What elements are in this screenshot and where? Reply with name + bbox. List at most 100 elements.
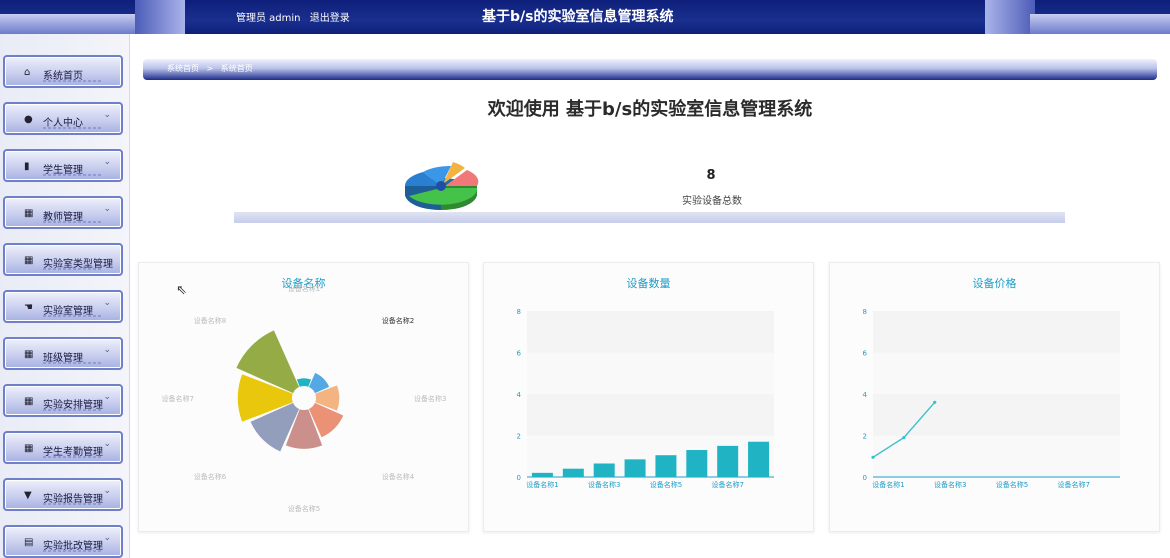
grid-icon: ▦ xyxy=(24,349,34,360)
chevron-down-icon: ⌄ xyxy=(103,157,111,167)
menu-decoration xyxy=(43,550,103,552)
grid-band xyxy=(873,435,1120,477)
x-tick-label: 设备名称5 xyxy=(996,480,1028,489)
menu-decoration xyxy=(43,80,103,82)
bar-chart-icon: ▮ xyxy=(24,161,30,172)
sidebar-item[interactable]: ▦ 实验室类型管理 xyxy=(3,243,123,276)
x-tick-label: 设备名称1 xyxy=(526,480,558,489)
hand-icon: ☚ xyxy=(24,302,33,313)
app-title: 基于b/s的实验室信息管理系统 xyxy=(482,9,674,25)
chevron-down-icon: ⌄ xyxy=(103,439,111,449)
bar xyxy=(593,463,615,477)
x-tick-label: 设备名称7 xyxy=(1057,480,1089,489)
admin-info: 管理员 admin 退出登录 xyxy=(236,9,356,24)
pie-label: 设备名称4 xyxy=(382,472,415,481)
header-decoration-right xyxy=(1030,14,1170,34)
grid-band xyxy=(873,394,1120,436)
bar xyxy=(717,445,739,477)
x-tick-label: 设备名称3 xyxy=(588,480,620,489)
menu-decoration xyxy=(43,315,103,317)
welcome-heading: 欢迎使用 基于b/s的实验室信息管理系统 xyxy=(487,99,813,120)
stat-underline xyxy=(234,212,1065,223)
chart-panel-device-count: 设备数量 0 2 4 6 8 设备名称1 设备名称3 设备名称5 设备名称7 xyxy=(483,262,814,532)
menu-decoration xyxy=(43,268,103,270)
menu-decoration xyxy=(43,362,103,364)
chevron-down-icon: ⌄ xyxy=(103,345,111,355)
header-decoration-left xyxy=(0,14,140,34)
breadcrumb: 系统首页 > 系统首页 xyxy=(143,59,1157,80)
sidebar-item[interactable]: ▤ 实验批改管理 ⌄ xyxy=(3,525,123,558)
y-tick-label: 6 xyxy=(863,350,868,358)
device-total-label: 实验设备总数 xyxy=(682,196,742,207)
y-tick-label: 6 xyxy=(517,350,522,358)
pie-label: 设备名称3 xyxy=(414,394,446,403)
line-point xyxy=(902,435,906,440)
breadcrumb-current: 系统首页 xyxy=(220,64,253,73)
chart-panel-device-name: 设备名称 设备名称1 设备名称2 设备名称3 设备名称4 设备名称5 设备名称6 设备名称7… xyxy=(138,262,469,532)
bar xyxy=(562,468,584,477)
sidebar-item[interactable]: ▮ 学生管理 ⌄ xyxy=(3,149,123,182)
line-point xyxy=(933,400,937,404)
grid-icon: ▦ xyxy=(24,396,34,407)
pie-label: 设备名称1 xyxy=(288,284,320,293)
breadcrumb-home[interactable]: 系统首页 xyxy=(167,64,199,73)
grid-band xyxy=(527,311,774,353)
calendar-icon: ▤ xyxy=(24,537,34,548)
logout-link[interactable]: 退出登录 xyxy=(310,13,350,24)
pie-chart-icon xyxy=(404,162,479,210)
grid-icon: ▦ xyxy=(24,208,34,219)
y-tick-label: 4 xyxy=(863,391,868,399)
header-decoration-right-wing xyxy=(985,0,1035,34)
chevron-down-icon: ⌄ xyxy=(103,204,111,214)
pie-slice xyxy=(296,378,312,387)
top-header: 管理员 admin 退出登录 基于b/s的实验室信息管理系统 xyxy=(0,0,1170,34)
breadcrumb-separator: > xyxy=(206,64,214,73)
bar xyxy=(624,459,646,477)
x-tick-label: 设备名称1 xyxy=(872,480,904,489)
sidebar-item[interactable]: ▼ 实验报告管理 ⌄ xyxy=(3,478,123,511)
y-tick-label: 0 xyxy=(863,474,867,482)
chevron-down-icon: ⌄ xyxy=(103,298,111,308)
bar xyxy=(531,472,553,477)
header-decoration-left-wing xyxy=(135,0,185,34)
y-tick-label: 2 xyxy=(517,433,521,441)
pie-label: 设备名称8 xyxy=(194,316,226,325)
device-total-value: 8 xyxy=(706,168,716,183)
y-tick-label: 8 xyxy=(517,308,521,316)
pie-label: 设备名称7 xyxy=(162,394,194,403)
user-icon: ● xyxy=(24,114,33,125)
sidebar-item[interactable]: ⌂ 系统首页 xyxy=(3,55,123,88)
grid-band xyxy=(527,352,774,394)
mouse-cursor-icon: ⇖ xyxy=(176,283,187,298)
chart-panel-device-price: 设备价格 0 2 4 6 8 设备名称1 设备名称3 设备名称5 设备名称7 xyxy=(829,262,1160,532)
menu-decoration xyxy=(43,174,103,176)
sidebar-item[interactable]: ▦ 班级管理 ⌄ xyxy=(3,337,123,370)
y-tick-label: 2 xyxy=(863,433,867,441)
line-chart: 0 2 4 6 8 设备名称1 设备名称3 设备名称5 设备名称7 xyxy=(863,308,1120,489)
bar-chart: 0 2 4 6 8 设备名称1 设备名称3 设备名称5 设备名称7 xyxy=(517,308,774,489)
grid-band xyxy=(873,311,1120,353)
pie-label: 设备名称5 xyxy=(288,504,320,513)
chevron-down-icon: ⌄ xyxy=(103,533,111,543)
sidebar-item[interactable]: ▦ 实验安排管理 ⌄ xyxy=(3,384,123,417)
x-tick-label: 设备名称3 xyxy=(934,480,966,489)
menu-decoration xyxy=(43,409,103,411)
x-tick-label: 设备名称5 xyxy=(650,480,682,489)
home-icon: ⌂ xyxy=(24,67,31,78)
bar xyxy=(748,441,770,477)
grid-band xyxy=(527,394,774,436)
sidebar-item[interactable]: ▦ 学生考勤管理 ⌄ xyxy=(3,431,123,464)
chevron-down-icon: ⌄ xyxy=(103,392,111,402)
x-tick-label: 设备名称7 xyxy=(711,480,743,489)
sidebar-item[interactable]: ▦ 教师管理 ⌄ xyxy=(3,196,123,229)
bar xyxy=(686,450,708,477)
sidebar-item[interactable]: ☚ 实验室管理 ⌄ xyxy=(3,290,123,323)
y-tick-label: 0 xyxy=(517,474,521,482)
menu-decoration xyxy=(43,221,103,223)
chevron-down-icon: ⌄ xyxy=(103,486,111,496)
menu-decoration xyxy=(43,127,103,129)
trophy-icon: ▼ xyxy=(24,490,32,501)
grid-icon: ▦ xyxy=(24,255,34,266)
grid-band xyxy=(873,352,1120,394)
pie-label: 设备名称6 xyxy=(194,472,227,481)
